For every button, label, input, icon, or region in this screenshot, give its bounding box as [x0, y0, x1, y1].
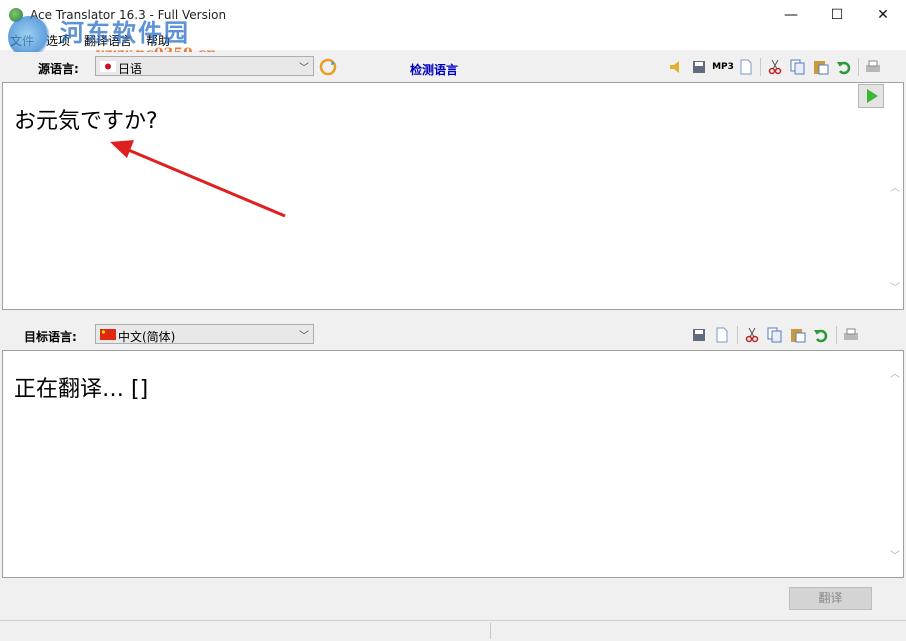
paste-icon[interactable] [789, 326, 807, 344]
copy-icon[interactable] [766, 326, 784, 344]
cut-icon[interactable] [743, 326, 761, 344]
translate-button[interactable]: 翻译 [789, 587, 872, 610]
status-divider [490, 623, 491, 639]
target-text: 正在翻译… [] [14, 377, 149, 402]
new-document-icon[interactable] [713, 326, 731, 344]
target-toolbar: 目标语言: 中文(简体) ﹀ [0, 320, 906, 350]
toolbar-separator [836, 326, 837, 344]
target-language-label: 目标语言: [24, 330, 77, 344]
scroll-up-arrow-icon[interactable]: ︿ [889, 365, 901, 380]
toolbar-separator [737, 326, 738, 344]
target-language-select[interactable]: 中文(简体) ﹀ [95, 324, 314, 344]
undo-icon[interactable] [812, 326, 830, 344]
chevron-down-icon: ﹀ [299, 331, 309, 342]
save-icon[interactable] [690, 326, 708, 344]
target-language-value: 中文(简体) [118, 330, 176, 344]
scroll-down-arrow-icon[interactable]: ﹀ [889, 547, 901, 562]
status-bar [0, 620, 906, 641]
print-icon[interactable] [842, 326, 860, 344]
china-flag-icon [100, 329, 116, 340]
target-text-area[interactable]: 正在翻译… [] ︿ ﹀ [2, 350, 904, 578]
